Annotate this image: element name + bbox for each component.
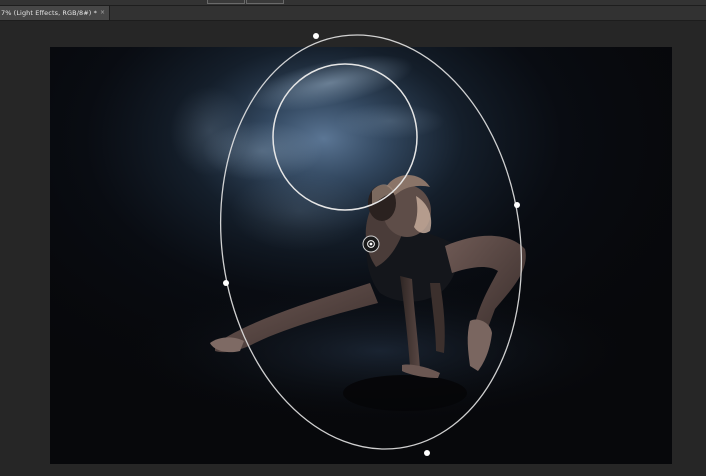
handle-bottom[interactable]	[424, 450, 430, 456]
document-tab-bar: 7% (Light Effects, RGB/8#) * ×	[0, 6, 706, 21]
photoshop-window: 7% (Light Effects, RGB/8#) * ×	[0, 0, 706, 476]
handle-right[interactable]	[514, 202, 520, 208]
handle-top[interactable]	[313, 33, 319, 39]
options-field-2[interactable]	[246, 0, 284, 4]
photo-layer	[50, 47, 672, 464]
canvas-workspace[interactable]	[0, 21, 706, 476]
target-icon[interactable]	[362, 235, 380, 253]
handle-left[interactable]	[223, 280, 229, 286]
document-tab[interactable]: 7% (Light Effects, RGB/8#) * ×	[0, 6, 110, 20]
options-field-1[interactable]	[207, 0, 245, 4]
canvas-area[interactable]	[0, 21, 706, 476]
close-icon[interactable]: ×	[100, 10, 105, 16]
document-tab-title: 7% (Light Effects, RGB/8#) *	[1, 9, 97, 17]
